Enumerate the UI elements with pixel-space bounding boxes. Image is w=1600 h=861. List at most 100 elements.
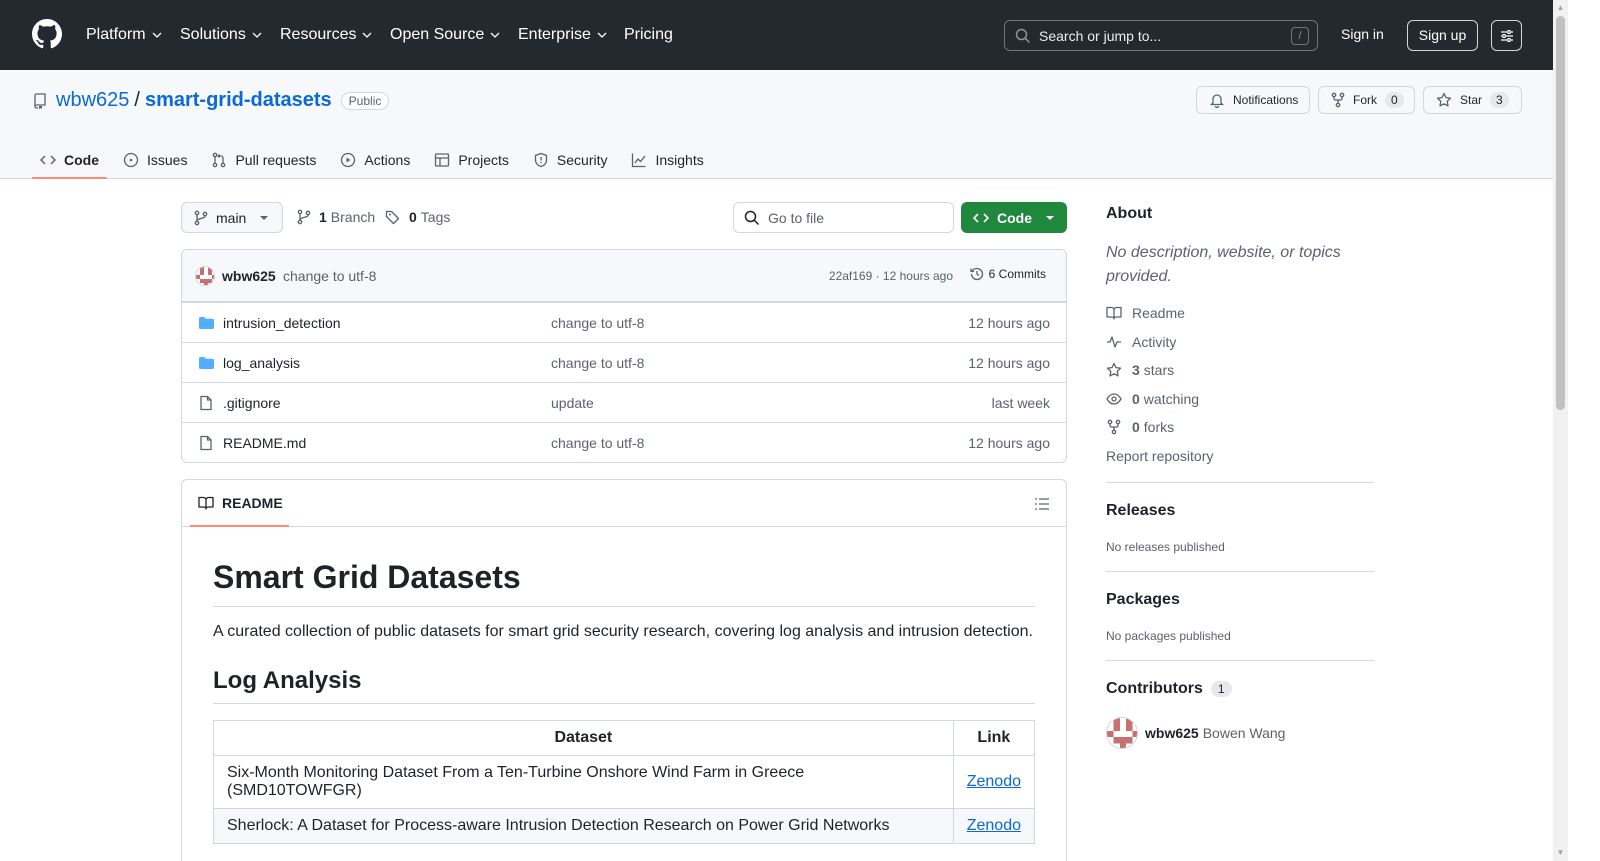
git-branch-icon — [194, 210, 208, 225]
file-row-intrusion-detection[interactable]: intrusion_detection change to utf-8 12 h… — [182, 302, 1066, 342]
releases-note: No releases published — [1106, 540, 1225, 554]
tags-link[interactable]: 0 Tags — [385, 209, 450, 225]
avatar[interactable] — [1106, 717, 1138, 749]
readme-link[interactable]: Readme — [1106, 305, 1185, 321]
dataset-link[interactable]: Zenodo — [952, 755, 1036, 809]
scroll-up-arrow-icon[interactable]: ▲ — [1556, 3, 1565, 13]
contributor-item[interactable]: wbw625 Bowen Wang — [1106, 717, 1285, 749]
activity-link[interactable]: Activity — [1106, 334, 1176, 350]
visibility-badge: Public — [340, 91, 390, 110]
repo-title: wbw625 / smart-grid-datasets Public — [32, 89, 390, 112]
code-icon — [973, 212, 989, 223]
contributor-username: wbw625 — [1145, 725, 1199, 741]
file-name[interactable]: README.md — [223, 435, 306, 451]
global-header: Platform Solutions Resources Open Source… — [0, 0, 1553, 70]
chevron-down-icon — [597, 32, 607, 38]
avatar[interactable] — [195, 266, 215, 286]
stars-link[interactable]: 3 stars — [1106, 362, 1174, 378]
sign-in-link[interactable]: Sign in — [1341, 26, 1384, 42]
readme-section-title: Log Analysis — [213, 667, 1035, 704]
sidebar-divider — [1106, 482, 1374, 483]
contributors-heading[interactable]: Contributors 1 — [1106, 680, 1232, 698]
folder-icon — [199, 317, 214, 329]
nav-pricing[interactable]: Pricing — [624, 23, 673, 47]
file-row-log-analysis[interactable]: log_analysis change to utf-8 12 hours ag… — [182, 342, 1066, 382]
file-name[interactable]: .gitignore — [223, 395, 281, 411]
tab-projects[interactable]: Projects — [426, 142, 517, 177]
commit-author-link[interactable]: wbw625 — [222, 268, 276, 284]
search-shortcut-key: / — [1291, 27, 1309, 45]
notifications-button[interactable]: Notifications — [1196, 86, 1310, 114]
file-commit-message[interactable]: change to utf-8 — [551, 355, 644, 371]
issue-icon — [123, 152, 139, 167]
sign-up-button[interactable]: Sign up — [1407, 20, 1478, 51]
file-name[interactable]: log_analysis — [223, 355, 300, 371]
github-logo-icon[interactable] — [32, 19, 62, 49]
chevron-down-icon — [252, 32, 262, 38]
tab-readme[interactable]: README — [190, 480, 289, 527]
code-dropdown-button[interactable]: Code — [961, 202, 1067, 233]
report-repository-link[interactable]: Report repository — [1106, 448, 1213, 464]
tab-actions[interactable]: Actions — [332, 142, 418, 177]
star-button[interactable]: Star 3 — [1423, 86, 1522, 114]
sliders-icon — [1500, 29, 1513, 42]
readme-title: Smart Grid Datasets — [213, 559, 1035, 607]
global-search-input[interactable]: Search or jump to... / — [1004, 20, 1318, 51]
file-commit-message[interactable]: change to utf-8 — [551, 315, 644, 331]
file-name[interactable]: intrusion_detection — [223, 315, 341, 331]
watching-link[interactable]: 0 watching — [1106, 391, 1199, 407]
go-to-file-input[interactable]: Go to file — [733, 202, 954, 233]
chevron-down-icon — [152, 32, 162, 38]
repo-header: wbw625 / smart-grid-datasets Public Noti… — [0, 70, 1553, 179]
nav-solutions[interactable]: Solutions — [180, 23, 262, 47]
book-icon — [198, 496, 214, 510]
branch-selector[interactable]: main — [181, 202, 283, 233]
tab-pull-requests[interactable]: Pull requests — [203, 142, 324, 177]
nav-platform[interactable]: Platform — [86, 23, 162, 47]
star-icon — [1436, 92, 1452, 107]
scrollbar-thumb[interactable] — [1556, 16, 1565, 410]
commits-history-link[interactable]: 6 Commits — [969, 266, 1046, 282]
file-age: last week — [991, 395, 1050, 411]
commit-message-link[interactable]: change to utf-8 — [283, 268, 376, 284]
fork-button[interactable]: Fork 0 — [1318, 86, 1415, 114]
command-palette-button[interactable] — [1491, 20, 1522, 51]
releases-heading[interactable]: Releases — [1106, 502, 1175, 520]
star-icon — [1106, 362, 1122, 377]
dataset-link[interactable]: Zenodo — [952, 808, 1036, 844]
table-header-dataset: Dataset — [213, 720, 954, 756]
repo-tabs: Code Issues Pull requests Actions Projec… — [32, 142, 720, 179]
repo-icon — [34, 92, 46, 109]
packages-note: No packages published — [1106, 629, 1231, 643]
nav-resources[interactable]: Resources — [280, 23, 372, 47]
sidebar-divider — [1106, 660, 1374, 661]
repo-owner-link[interactable]: wbw625 — [56, 89, 129, 112]
about-heading: About — [1106, 205, 1153, 222]
forks-link[interactable]: 0 forks — [1106, 419, 1174, 435]
file-commit-message[interactable]: change to utf-8 — [551, 435, 644, 451]
book-icon — [1106, 306, 1122, 320]
caret-down-icon — [1046, 215, 1054, 220]
commit-hash-time[interactable]: 22af169 · 12 hours ago — [829, 269, 953, 283]
file-row-gitignore[interactable]: .gitignore update last week — [182, 382, 1066, 422]
nav-open-source[interactable]: Open Source — [390, 23, 500, 47]
code-icon — [40, 154, 56, 165]
nav-enterprise[interactable]: Enterprise — [518, 23, 607, 47]
packages-heading[interactable]: Packages — [1106, 591, 1180, 609]
list-icon[interactable] — [1034, 496, 1050, 512]
tab-security[interactable]: Security — [525, 142, 616, 177]
file-commit-message[interactable]: update — [551, 395, 594, 411]
scroll-down-arrow-icon[interactable]: ▼ — [1556, 848, 1565, 858]
tab-insights[interactable]: Insights — [623, 142, 711, 177]
readme-tabbar: README — [182, 480, 1066, 527]
tab-code[interactable]: Code — [32, 142, 107, 179]
file-row-readme[interactable]: README.md change to utf-8 12 hours ago — [182, 422, 1066, 462]
file-browser: wbw625 change to utf-8 22af169 · 12 hour… — [181, 249, 1067, 463]
table-row: Sherlock: A Dataset for Process-aware In… — [213, 808, 1036, 844]
git-branch-icon — [297, 209, 311, 225]
tab-issues[interactable]: Issues — [115, 142, 195, 177]
repo-name-link[interactable]: smart-grid-datasets — [145, 89, 332, 112]
readme-intro: A curated collection of public datasets … — [213, 623, 1033, 640]
branches-link[interactable]: 1 Branch — [297, 209, 375, 225]
dataset-name: Sherlock: A Dataset for Process-aware In… — [213, 808, 954, 844]
